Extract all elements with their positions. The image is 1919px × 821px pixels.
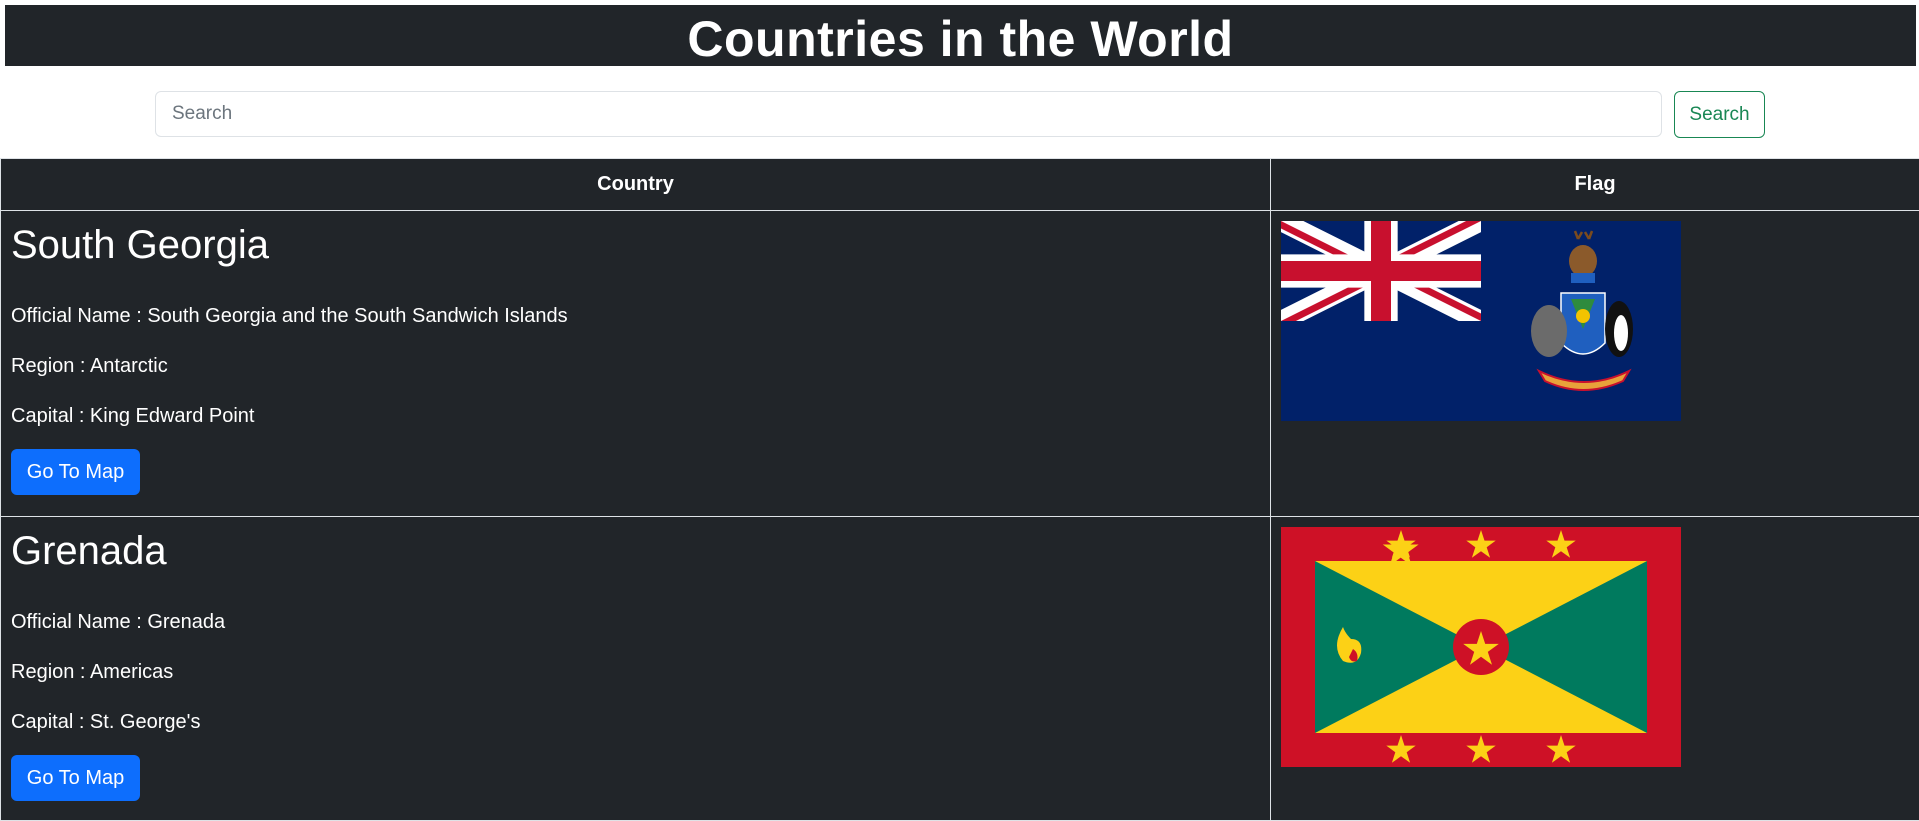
go-to-map-button[interactable]: Go To Map (11, 755, 140, 801)
region: Region : Americas (11, 661, 174, 683)
table-row: South Georgia Official Name : South Geor… (0, 210, 1919, 517)
column-header-flag: Flag (1270, 158, 1919, 211)
official-name: Official Name : Grenada (11, 611, 226, 633)
table-row: Grenada Official Name : Grenada Region :… (0, 516, 1919, 821)
title-banner: Countries in the World (5, 5, 1916, 67)
south-georgia-flag-icon (1281, 221, 1681, 421)
search-button[interactable]: Search (1674, 91, 1765, 138)
countries-table: Country Flag South Georgia Official Name… (0, 158, 1919, 821)
flag-cell (1270, 516, 1919, 821)
country-cell: South Georgia Official Name : South Geor… (0, 210, 1271, 517)
country-cell: Grenada Official Name : Grenada Region :… (0, 516, 1271, 821)
region: Region : Antarctic (11, 355, 168, 377)
official-name: Official Name : South Georgia and the So… (11, 305, 568, 327)
search-input[interactable] (155, 91, 1662, 137)
column-header-country: Country (0, 158, 1271, 211)
grenada-flag-icon (1281, 527, 1681, 767)
capital: Capital : King Edward Point (11, 405, 255, 427)
country-name: Grenada (11, 529, 167, 573)
country-name: South Georgia (11, 223, 269, 267)
table-header-row: Country Flag (0, 158, 1919, 211)
flag-cell (1270, 210, 1919, 517)
page-title: Countries in the World (687, 11, 1234, 67)
capital: Capital : St. George's (11, 711, 201, 733)
go-to-map-button[interactable]: Go To Map (11, 449, 140, 495)
